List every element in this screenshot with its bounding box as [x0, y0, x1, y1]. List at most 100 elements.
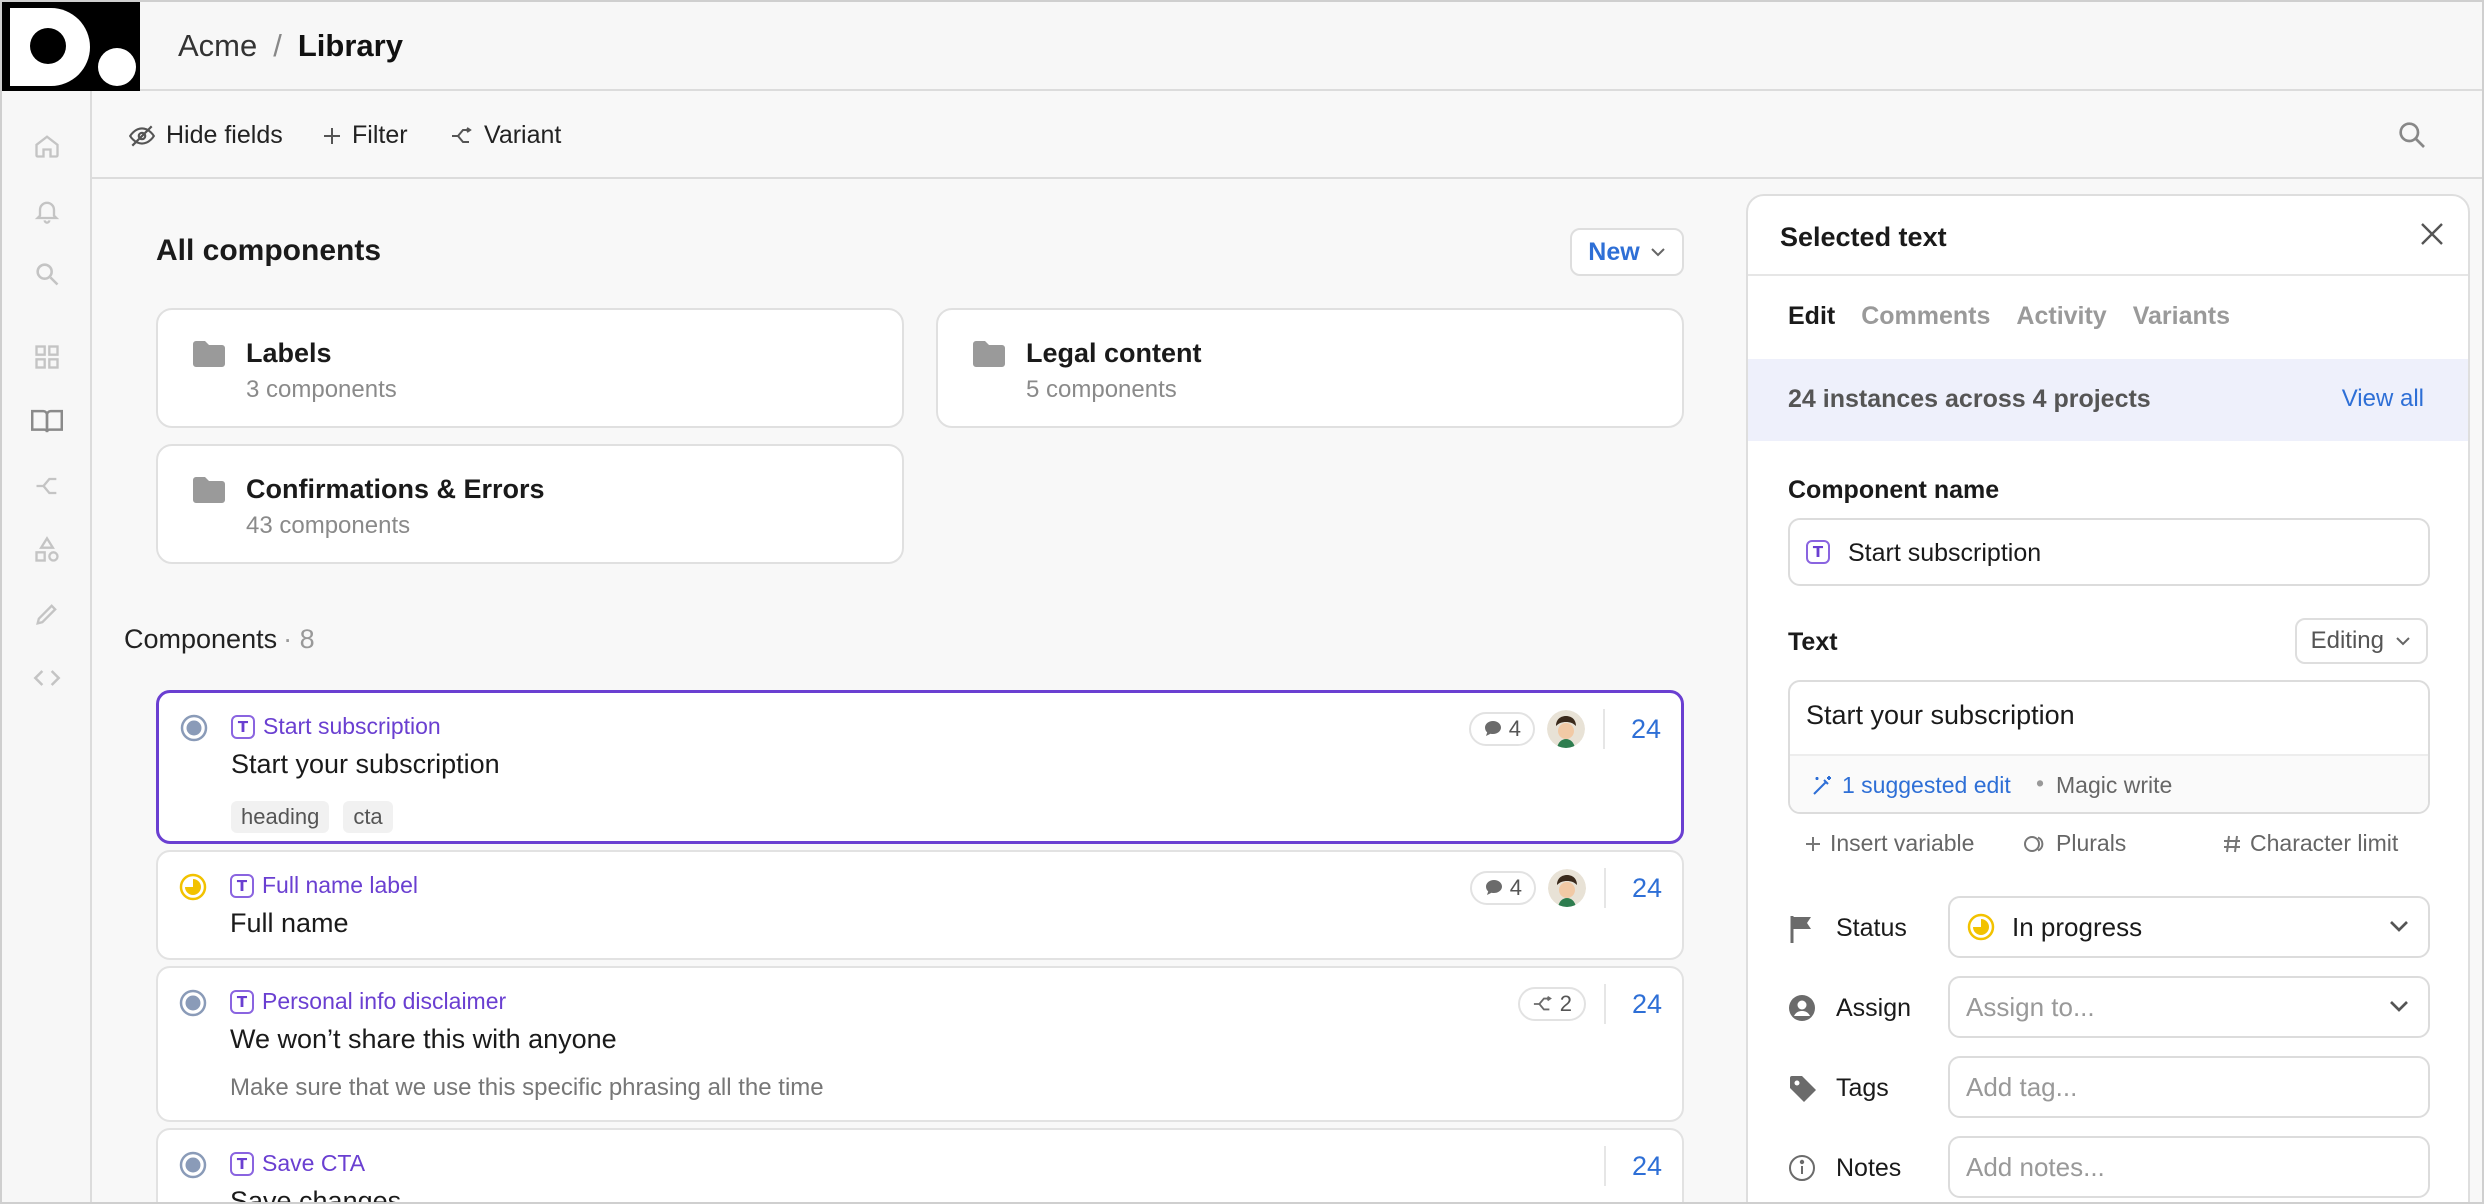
bell-icon[interactable] — [30, 194, 64, 228]
component-card[interactable]: T Save CTA Save changes 24 — [156, 1128, 1684, 1204]
panel-tabs: Edit Comments Activity Variants — [1788, 302, 2230, 331]
code-icon[interactable] — [30, 661, 64, 695]
close-icon[interactable] — [2418, 220, 2446, 248]
text-type-icon: T — [230, 989, 254, 1014]
insert-variable-label: Insert variable — [1830, 830, 1975, 856]
component-name[interactable]: T Full name label — [230, 872, 418, 899]
component-meta: 4 24 — [1469, 868, 1662, 908]
user-circle-icon — [1789, 995, 1815, 1021]
status-in-progress-icon — [1967, 913, 1995, 941]
eye-off-icon — [128, 125, 156, 146]
filter-label: Filter — [352, 121, 408, 149]
tab-activity[interactable]: Activity — [2016, 302, 2106, 331]
folder-card[interactable]: Legal content 5 components — [936, 308, 1684, 428]
status-select[interactable]: In progress — [1948, 896, 2430, 958]
search-icon[interactable] — [30, 257, 64, 291]
hash-icon — [2224, 835, 2240, 852]
folder-card[interactable]: Labels 3 components — [156, 308, 904, 428]
breadcrumb: Acme / Library — [178, 28, 403, 64]
magic-write-button[interactable]: Magic write — [2056, 772, 2172, 799]
instance-count[interactable]: 24 — [1618, 1151, 1662, 1182]
component-name[interactable]: T Start subscription — [231, 713, 441, 740]
editing-dropdown[interactable]: Editing — [2294, 618, 2428, 664]
toolbar-search-icon[interactable] — [2396, 119, 2428, 156]
flag-icon — [1790, 916, 1811, 943]
tags-label: Tags — [1836, 1074, 1889, 1102]
pen-icon[interactable] — [30, 597, 64, 631]
breadcrumb-separator: / — [273, 28, 282, 63]
shapes-icon[interactable] — [30, 533, 64, 567]
text-value: Start your subscription — [1806, 700, 2075, 730]
variant-count: 2 — [1559, 991, 1572, 1016]
filter-button[interactable]: Filter — [322, 121, 408, 150]
new-button[interactable]: New — [1570, 228, 1684, 276]
components-heading-label: Components — [124, 624, 278, 654]
app-frame: Acme / Library Hide fields Filter Varian… — [0, 0, 2484, 1204]
plurals-button[interactable]: Plurals — [2022, 830, 2126, 857]
tag-list: heading cta — [231, 801, 393, 833]
instance-count[interactable]: 24 — [1618, 873, 1662, 904]
text-editor[interactable]: Start your subscription 1 suggested edit… — [1788, 680, 2430, 814]
folder-count: 5 components — [1026, 376, 1177, 403]
hide-fields-button[interactable]: Hide fields — [128, 121, 283, 150]
tags-input[interactable]: Add tag... — [1948, 1056, 2430, 1118]
variant-icon[interactable] — [30, 469, 64, 503]
separator-dot: • — [2036, 770, 2045, 796]
tag-icon — [1790, 1076, 1816, 1102]
status-row: Status In progress — [1788, 896, 2430, 960]
view-all-link[interactable]: View all — [2342, 385, 2424, 413]
instance-count[interactable]: 24 — [1617, 714, 1661, 745]
insert-variable-button[interactable]: Insert variable — [1804, 830, 1974, 857]
component-card[interactable]: T Start subscription Start your subscrip… — [156, 690, 1684, 844]
book-icon[interactable] — [30, 404, 64, 438]
tab-variants[interactable]: Variants — [2133, 302, 2230, 331]
home-icon[interactable] — [30, 129, 64, 163]
folder-icon — [193, 341, 225, 367]
tags-row: Tags Add tag... — [1788, 1056, 2430, 1120]
grid-icon[interactable] — [30, 340, 64, 374]
comment-count-badge[interactable]: 4 — [1468, 712, 1535, 746]
tag[interactable]: heading — [231, 801, 330, 833]
new-button-label: New — [1588, 237, 1640, 266]
status-none-icon — [179, 989, 207, 1017]
component-text: Save changes — [230, 1186, 402, 1204]
avatar[interactable] — [1548, 869, 1586, 907]
breadcrumb-org[interactable]: Acme — [178, 28, 257, 64]
folder-card[interactable]: Confirmations & Errors 43 components — [156, 444, 904, 564]
component-card[interactable]: T Full name label Full name 4 24 — [156, 850, 1684, 960]
variant-icon — [1533, 995, 1552, 1011]
magic-wand-icon — [1813, 775, 1831, 795]
instances-banner: 24 instances across 4 projects View all — [1748, 359, 2468, 441]
toolbar: Hide fields Filter Variant — [92, 91, 2482, 179]
component-meta: 4 24 — [1468, 709, 1661, 749]
component-name[interactable]: T Personal info disclaimer — [230, 988, 506, 1015]
notes-placeholder: Add notes... — [1966, 1151, 2105, 1182]
component-text: Full name — [230, 908, 349, 938]
assign-label: Assign — [1836, 994, 1912, 1022]
plus-icon — [1806, 836, 1820, 851]
avatar[interactable] — [1547, 710, 1585, 748]
text-type-icon: T — [230, 1151, 254, 1176]
folder-icon — [193, 477, 225, 503]
tag[interactable]: cta — [343, 801, 393, 833]
assign-select[interactable]: Assign to... — [1948, 976, 2430, 1038]
divider — [1748, 274, 2468, 276]
variant-count-badge[interactable]: 2 — [1517, 987, 1586, 1021]
info-icon — [1789, 1155, 1815, 1181]
comment-count-badge[interactable]: 4 — [1469, 871, 1536, 905]
component-name-label: Personal info disclaimer — [262, 988, 507, 1014]
instance-count[interactable]: 24 — [1618, 989, 1662, 1020]
tab-comments[interactable]: Comments — [1861, 302, 1990, 331]
character-limit-button[interactable]: Character limit — [2222, 830, 2398, 857]
variant-label: Variant — [484, 121, 562, 149]
status-value: In progress — [2012, 911, 2143, 942]
tab-edit[interactable]: Edit — [1788, 302, 1835, 331]
suggested-edit-link[interactable]: 1 suggested edit — [1810, 772, 2011, 799]
variant-button[interactable]: Variant — [450, 121, 561, 150]
status-label: Status — [1836, 914, 1907, 942]
component-name-field[interactable]: T Start subscription — [1788, 518, 2430, 586]
component-name[interactable]: T Save CTA — [230, 1150, 365, 1177]
notes-input[interactable]: Add notes... — [1948, 1136, 2430, 1198]
app-logo[interactable] — [2, 2, 140, 91]
component-card[interactable]: T Personal info disclaimer We won’t shar… — [156, 966, 1684, 1122]
